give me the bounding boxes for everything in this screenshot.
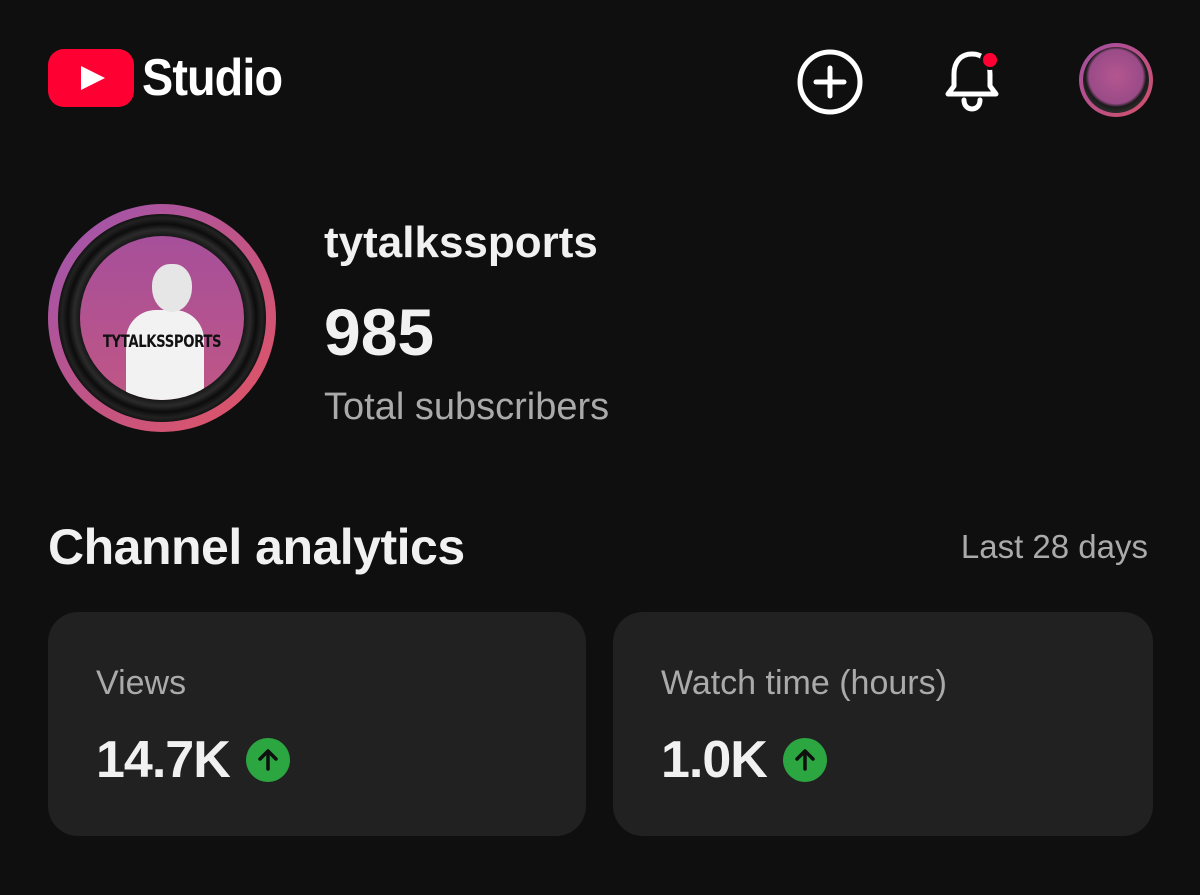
views-label: Views — [96, 664, 187, 702]
watch-time-value: 1.0K — [661, 731, 768, 789]
date-range-label: Last 28 days — [960, 528, 1148, 565]
subscriber-count: 985 — [324, 295, 435, 369]
views-card[interactable]: Views 14.7K — [48, 612, 586, 836]
top-app-bar: Studio — [0, 0, 1200, 160]
watch-time-label: Watch time (hours) — [661, 664, 947, 702]
views-value: 14.7K — [96, 731, 231, 789]
account-button[interactable] — [1078, 42, 1154, 118]
youtube-play-icon — [48, 49, 134, 107]
youtube-studio-logo[interactable]: Studio — [48, 48, 298, 108]
create-button[interactable] — [792, 44, 868, 120]
trend-up-icon — [782, 738, 827, 782]
trend-up-icon — [245, 738, 290, 782]
app-name: Studio — [142, 49, 283, 107]
subscriber-label: Total subscribers — [324, 386, 610, 428]
watch-time-card[interactable]: Watch time (hours) 1.0K — [613, 612, 1153, 836]
account-avatar — [1079, 43, 1153, 117]
channel-avatar[interactable]: TYTALKSSPORTS — [48, 204, 276, 432]
notification-badge — [980, 50, 1000, 70]
add-circle-icon — [797, 49, 863, 115]
channel-name: tytalkssports — [324, 218, 598, 267]
channel-analytics-title: Channel analytics — [48, 519, 465, 575]
channel-avatar-logo-text: TYTALKSSPORTS — [102, 332, 222, 352]
notifications-button[interactable] — [934, 42, 1010, 118]
